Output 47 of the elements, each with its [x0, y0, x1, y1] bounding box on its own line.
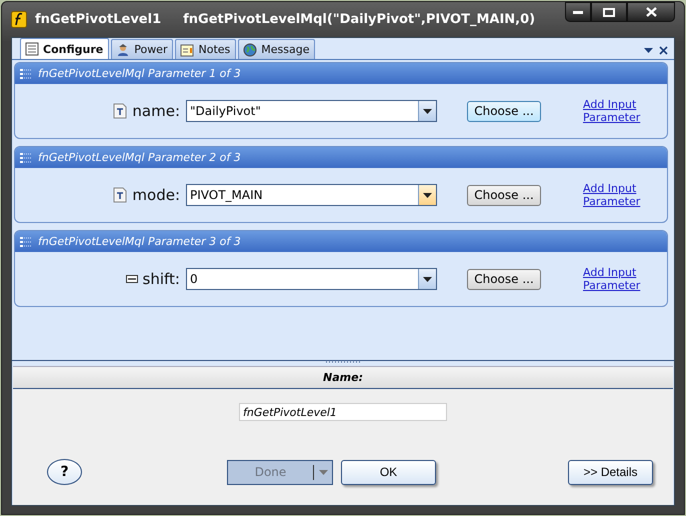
minimize-icon [573, 10, 583, 14]
help-button[interactable]: ? [47, 459, 82, 485]
text-type-icon [113, 187, 128, 203]
drag-grip-icon [19, 236, 32, 248]
add-input-parameter-link[interactable]: Add Input Parameter [583, 266, 643, 292]
drag-grip-icon [19, 68, 32, 80]
parameter-label: shift: [142, 270, 180, 288]
number-type-icon [126, 275, 138, 283]
form-icon [25, 42, 39, 56]
minimize-button[interactable] [565, 2, 591, 22]
value-combo-box[interactable]: "DailyPivot" [186, 100, 437, 122]
tab[interactable]: Power [111, 39, 174, 59]
parameter-label: mode: [132, 186, 180, 204]
window-subtitle: fnGetPivotLevelMql("DailyPivot",PIVOT_MAIN,0) [183, 12, 536, 27]
drag-grip-icon [19, 152, 32, 164]
choose-button[interactable]: Choose ... [467, 268, 541, 290]
globe-icon [243, 42, 258, 56]
name-field[interactable]: fnGetPivotLevel1 [239, 403, 447, 421]
close-icon[interactable] [659, 46, 668, 55]
tab[interactable]: Message [238, 39, 316, 59]
tab[interactable]: Configure [20, 38, 110, 59]
details-button[interactable]: >> Details [568, 460, 653, 484]
ok-button[interactable]: OK [341, 460, 436, 484]
choose-button[interactable]: Choose ... [467, 100, 541, 122]
add-input-parameter-link[interactable]: Add Input Parameter [583, 98, 643, 124]
dropdown-arrow-icon[interactable] [644, 48, 653, 53]
close-button[interactable] [627, 2, 675, 22]
window-title: fnGetPivotLevel1 [35, 12, 162, 27]
value-combo-box[interactable]: PIVOT_MAIN [186, 184, 437, 206]
notepad-icon [180, 42, 194, 56]
panel-title: fnGetPivotLevelMql Parameter 1 of 3 [38, 67, 241, 80]
figure-icon [116, 42, 130, 56]
app-logo-icon [11, 11, 27, 28]
panel-title: fnGetPivotLevelMql Parameter 3 of 3 [38, 235, 241, 248]
caret-icon [318, 470, 328, 474]
value-combo-box[interactable]: 0 [186, 268, 437, 290]
close-icon [646, 7, 656, 17]
tab[interactable]: Notes [175, 39, 236, 59]
panel-title: fnGetPivotLevelMql Parameter 2 of 3 [38, 151, 241, 164]
maximize-button[interactable] [591, 2, 627, 22]
maximize-icon [603, 8, 615, 16]
name-header: Name: [13, 367, 673, 389]
parameter-label: name: [132, 102, 180, 120]
text-type-icon [113, 103, 128, 119]
splitter-grip-icon[interactable] [326, 361, 360, 364]
add-input-parameter-link[interactable]: Add Input Parameter [583, 182, 643, 208]
choose-button[interactable]: Choose ... [467, 184, 541, 206]
